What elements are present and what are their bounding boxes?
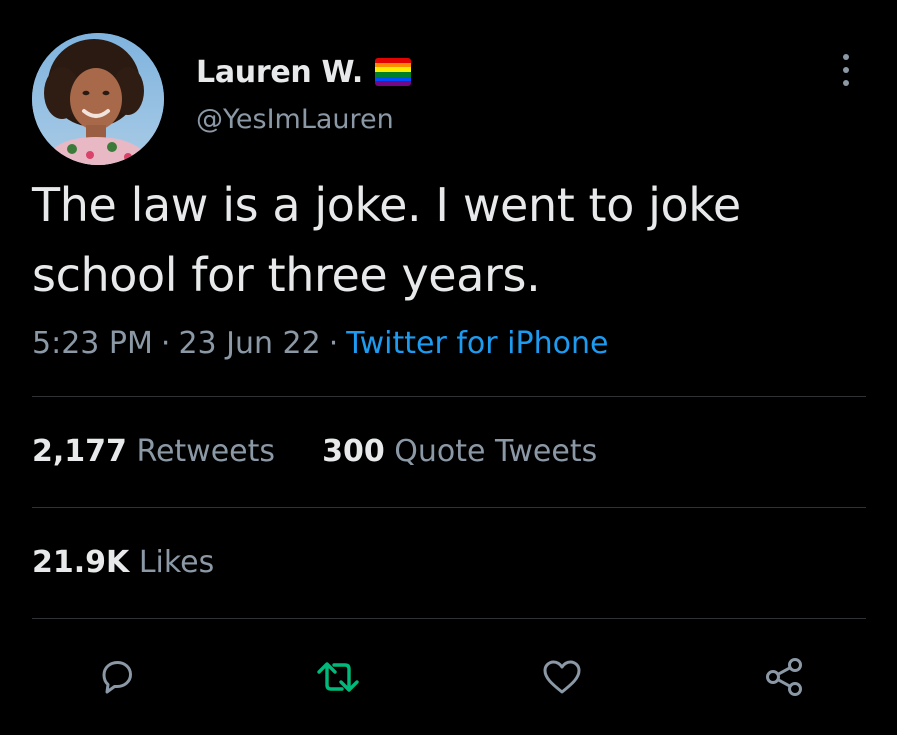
tweet-time: 5:23 PM <box>32 326 153 361</box>
tweet-text: The law is a joke. I went to joke school… <box>32 170 852 310</box>
meta-separator: · <box>328 326 339 361</box>
quote-tweets-stat[interactable]: 300 Quote Tweets <box>322 434 597 469</box>
retweets-stat[interactable]: 2,177 Retweets <box>32 434 275 469</box>
divider <box>32 618 866 619</box>
engagement-stats: 2,177 Retweets 300 Quote Tweets <box>32 430 597 474</box>
author-handle[interactable]: @YesImLauren <box>196 104 394 135</box>
tweet-text-line: school for three years. <box>32 248 541 302</box>
tweet-timestamp[interactable]: 5:23 PM · 23 Jun 22 <box>32 326 321 361</box>
retweets-label: Retweets <box>136 434 276 469</box>
reply-button[interactable] <box>92 652 142 702</box>
share-icon <box>766 658 802 696</box>
like-button[interactable] <box>537 652 587 702</box>
likes-stat[interactable]: 21.9K Likes <box>32 545 214 580</box>
likes-count: 21.9K <box>32 545 130 580</box>
avatar-photo <box>32 33 164 165</box>
author-avatar[interactable] <box>32 33 164 165</box>
divider <box>32 507 866 508</box>
author-name-row[interactable]: Lauren W. <box>196 52 412 92</box>
tweet-action-bar <box>0 652 897 702</box>
likes-stats: 21.9K Likes <box>32 541 214 585</box>
more-dot <box>843 80 849 86</box>
tweet-source-link[interactable]: Twitter for iPhone <box>346 326 608 361</box>
author-display-name: Lauren W. <box>196 54 364 90</box>
flag-stripe-purple <box>375 81 412 86</box>
rainbow-flag-icon <box>375 58 412 86</box>
tweet-date: 23 Jun 22 <box>178 326 321 361</box>
share-button[interactable] <box>760 652 810 702</box>
tweet-text-line: The law is a joke. I went to joke <box>32 178 741 232</box>
retweet-button[interactable] <box>313 652 363 702</box>
retweets-count: 2,177 <box>32 434 127 469</box>
quote-tweets-count: 300 <box>322 434 385 469</box>
divider <box>32 396 866 397</box>
meta-separator: · <box>160 326 171 361</box>
more-dot <box>843 54 849 60</box>
more-options-icon[interactable] <box>834 48 858 92</box>
retweet-icon <box>317 662 359 692</box>
quote-tweets-label: Quote Tweets <box>394 434 598 469</box>
likes-label: Likes <box>138 545 215 580</box>
reply-icon <box>102 661 132 694</box>
tweet-meta: 5:23 PM · 23 Jun 22 · Twitter for iPhone <box>32 322 608 366</box>
like-icon <box>543 660 581 694</box>
more-dot <box>843 67 849 73</box>
